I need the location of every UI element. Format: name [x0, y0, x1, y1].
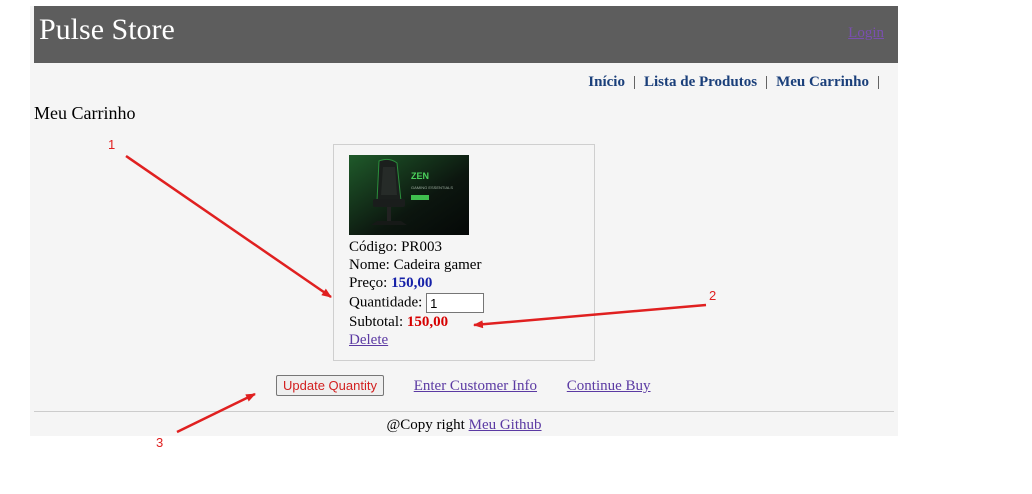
page-container: Pulse Store Login Início | Lista de Produt…	[30, 6, 898, 436]
site-header: Pulse Store Login	[34, 6, 898, 63]
product-subtotal-row: Subtotal: 150,00	[349, 314, 448, 331]
brand-title: Pulse Store	[39, 13, 175, 46]
annotation-label-2: 2	[709, 288, 717, 303]
github-link[interactable]: Meu Github	[469, 417, 542, 433]
nav-item-lista-produtos[interactable]: Lista de Produtos	[644, 74, 757, 90]
product-price-value: 150,00	[391, 275, 433, 291]
nav-item-inicio[interactable]: Início	[588, 74, 625, 90]
product-quantity-label: Quantidade:	[349, 294, 423, 311]
product-subtotal-label: Subtotal:	[349, 314, 404, 330]
product-code-row: Código: PR003	[349, 239, 442, 256]
product-code-label: Código:	[349, 239, 398, 255]
svg-text:GAMING ESSENTIALS: GAMING ESSENTIALS	[411, 185, 453, 190]
svg-text:ZEN: ZEN	[411, 171, 429, 181]
product-price-label: Preço:	[349, 275, 388, 291]
page-title: Meu Carrinho	[34, 103, 136, 123]
update-quantity-button[interactable]: Update Quantity	[276, 375, 384, 396]
nav-item-meu-carrinho[interactable]: Meu Carrinho	[776, 74, 869, 90]
gaming-chair-image: ZEN GAMING ESSENTIALS	[349, 155, 469, 235]
annotation-label-3: 3	[156, 435, 164, 450]
product-delete-row: Delete	[349, 332, 388, 349]
product-code-value: PR003	[401, 239, 442, 255]
enter-customer-info-link[interactable]: Enter Customer Info	[414, 378, 537, 394]
annotation-label-1: 1	[108, 137, 116, 152]
product-quantity-row: Quantidade:	[349, 293, 485, 313]
product-image: ZEN GAMING ESSENTIALS	[349, 155, 469, 235]
site-footer: @Copy right Meu Github	[30, 417, 898, 434]
product-name-value: Cadeira gamer	[393, 257, 482, 273]
cart-item-card: ZEN GAMING ESSENTIALS Código: PR003 Nome…	[333, 144, 595, 361]
copyright-text: @Copy right	[386, 417, 465, 433]
main-nav: Início | Lista de Produtos | Meu Carrinho |	[588, 74, 888, 91]
product-subtotal-value: 150,00	[406, 314, 449, 330]
login-link[interactable]: Login	[848, 25, 884, 42]
delete-link[interactable]: Delete	[349, 332, 388, 348]
cart-actions: Update Quantity Enter Customer Info Cont…	[276, 375, 651, 396]
continue-buy-link[interactable]: Continue Buy	[567, 378, 651, 394]
quantity-input[interactable]	[426, 293, 485, 313]
nav-separator: |	[876, 74, 880, 90]
nav-separator: |	[632, 74, 636, 90]
product-name-row: Nome: Cadeira gamer	[349, 257, 481, 274]
nav-separator: |	[765, 74, 769, 90]
footer-divider	[34, 411, 894, 412]
product-price-row: Preço: 150,00	[349, 275, 432, 292]
product-name-label: Nome:	[349, 257, 390, 273]
